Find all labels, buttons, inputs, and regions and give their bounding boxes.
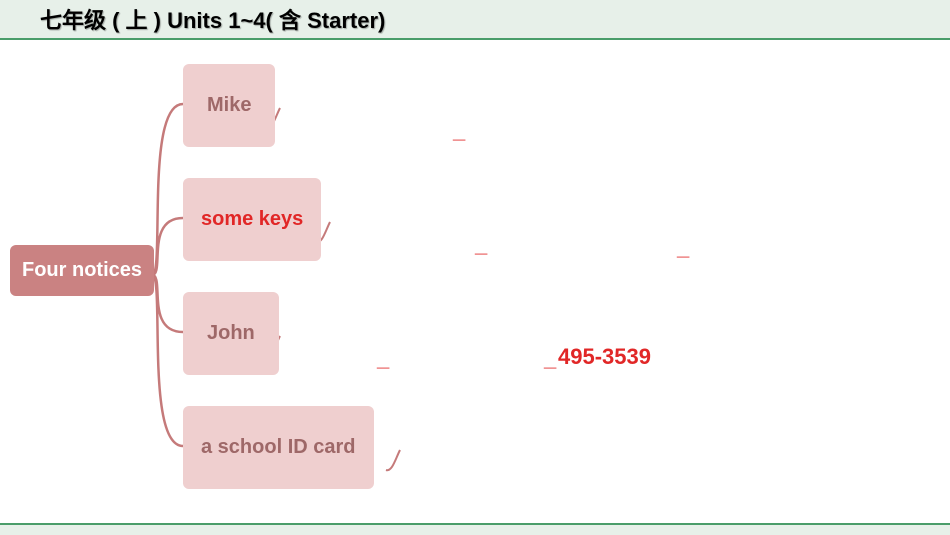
header-bar: 七年级 ( 上 ) Units 1~4( 含 Starter)	[0, 0, 950, 40]
branch-mike: Mike	[183, 64, 275, 147]
connector-root-john	[152, 275, 183, 332]
blank-john-1: _	[377, 346, 389, 372]
blank-keys-2: _	[677, 235, 689, 261]
connector-root-mike	[152, 104, 183, 275]
connector-root-card	[152, 275, 183, 446]
branch-john: John	[183, 292, 279, 375]
page-title: 七年级 ( 上 ) Units 1~4( 含 Starter)	[40, 3, 385, 35]
blank-mike-1: _	[453, 118, 465, 144]
brace-card	[386, 450, 400, 470]
branch-school-id-card: a school ID card	[183, 406, 374, 489]
blank-keys-1: _	[475, 232, 487, 258]
blank-john-2: _	[544, 346, 556, 372]
branch-some-keys: some keys	[183, 178, 321, 261]
footer-bar	[0, 523, 950, 535]
phone-number: 495-3539	[558, 344, 651, 370]
connector-root-keys	[152, 218, 183, 275]
mindmap-root: Four notices	[10, 245, 154, 296]
